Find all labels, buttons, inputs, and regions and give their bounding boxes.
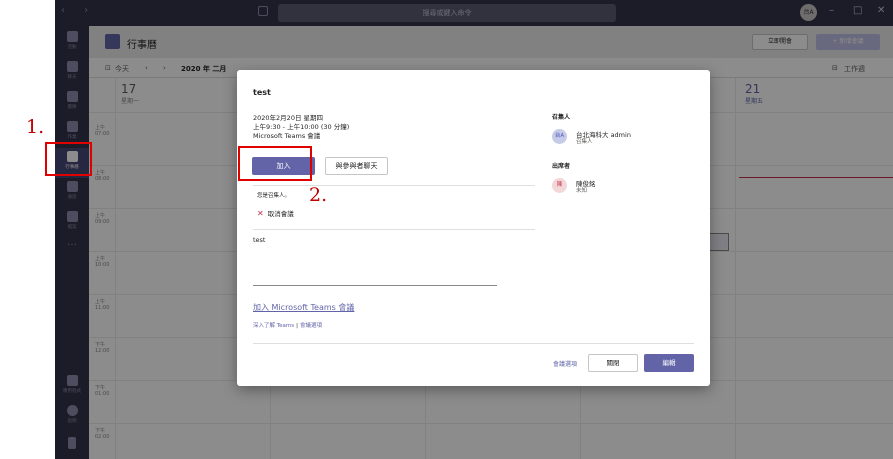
meeting-details-dialog: test 2020年2月20日 星期四 上午9:30 - 上午10:00 (30… [237, 70, 710, 386]
avatar: 陳 [552, 178, 567, 193]
avatar: 台A [552, 129, 567, 144]
meeting-time: 上午9:30 - 上午10:00 (30 分鐘) [253, 123, 350, 131]
calendar-highlight-box [45, 142, 92, 176]
meeting-description: test [253, 236, 266, 244]
footer-meeting-options-link[interactable]: 會議選項 [553, 359, 577, 368]
close-button[interactable]: 關閉 [588, 354, 638, 372]
attendees-heading: 出席者 [552, 163, 571, 170]
cancel-meeting-button[interactable]: ✕ 取消會議 [257, 208, 294, 218]
chat-with-participants-button[interactable]: 與參與者聊天 [325, 157, 388, 175]
description-separator [253, 285, 497, 286]
learn-more-link[interactable]: 深入了解 Teams [253, 323, 294, 329]
divider [253, 185, 535, 186]
link-separator: | [296, 323, 299, 329]
organizer-role: 召集人 [576, 139, 593, 145]
screenshot-stage: ‹ › 搜尋或鍵入命令 台A – □ ✕ 活動 聊天 團隊 作業 行事曆 通話 … [0, 0, 893, 459]
meeting-title: test [253, 88, 271, 97]
close-icon: ✕ [257, 209, 264, 218]
meeting-options-link[interactable]: 會議選項 [300, 323, 322, 329]
attendee-status: 未知 [576, 188, 588, 194]
meeting-datetime: 2020年2月20日 星期四 上午9:30 - 上午10:00 (30 分鐘) … [253, 114, 349, 141]
edit-button[interactable]: 編輯 [644, 354, 694, 372]
step-2-label: 2. [309, 184, 328, 206]
meeting-location: Microsoft Teams 會議 [253, 132, 321, 140]
join-teams-meeting-link[interactable]: 加入 Microsoft Teams 會議 [253, 302, 354, 313]
step-1-label: 1. [26, 116, 45, 138]
meeting-links: 深入了解 Teams | 會議選項 [253, 321, 322, 329]
meeting-date: 2020年2月20日 星期四 [253, 114, 324, 122]
divider [253, 343, 694, 344]
organizer-heading: 召集人 [552, 114, 571, 121]
cancel-meeting-label: 取消會議 [267, 210, 294, 218]
join-highlight-box [238, 146, 312, 181]
divider [253, 229, 535, 230]
organizer-note: 您是召集人。 [257, 193, 291, 199]
